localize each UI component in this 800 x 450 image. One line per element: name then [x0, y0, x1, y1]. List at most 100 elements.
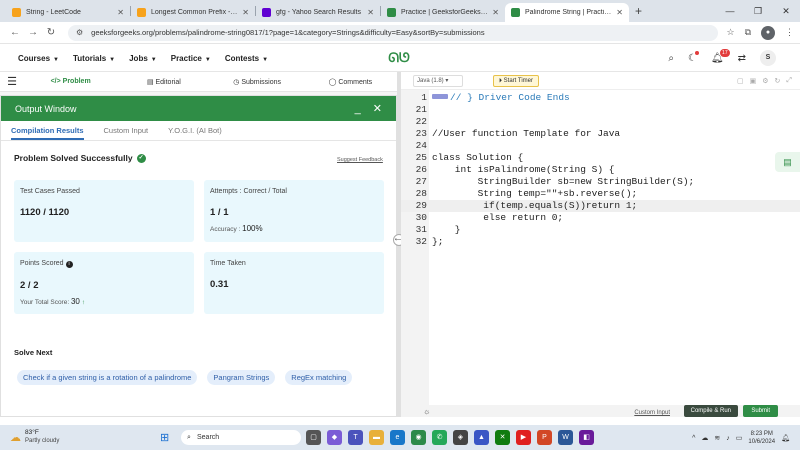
code-line: 23//User function Template for Java: [415, 128, 621, 139]
chevron-up-icon[interactable]: ^: [692, 435, 695, 442]
suggestion-chip[interactable]: Pangram Strings: [207, 370, 276, 385]
copy-icon[interactable]: ▢: [737, 77, 744, 85]
forward-icon[interactable]: →: [24, 27, 42, 38]
code-editor-pane: Java (1.8) ▾ ⏵ Start Timer ▢ ▣ ⚙ ↻ ⤢ 1//…: [401, 72, 800, 417]
weather-widget[interactable]: ☁ 83°F Partly cloudy: [10, 429, 59, 445]
fullscreen-icon[interactable]: ⤢: [786, 77, 792, 85]
chevron-down-icon: ▼: [150, 56, 157, 63]
browser-tab[interactable]: Practice | GeeksforGeeks | A co ✕: [381, 3, 505, 22]
menu-kebab-icon[interactable]: ⋮: [785, 27, 794, 38]
back-icon[interactable]: ←: [6, 27, 24, 38]
reset-icon[interactable]: ▣: [750, 77, 757, 85]
close-icon[interactable]: ✕: [367, 8, 374, 17]
volume-icon[interactable]: ♪: [726, 435, 730, 442]
tab-comments[interactable]: ◯ Comments: [304, 78, 397, 86]
file-explorer-icon[interactable]: ▬: [369, 430, 384, 445]
task-view-icon[interactable]: ▢: [306, 430, 321, 445]
solve-next-heading: Solve Next: [14, 348, 53, 357]
custom-input-link[interactable]: Custom Input: [634, 410, 670, 416]
gfg-logo[interactable]: ᘏᘎ: [383, 50, 415, 66]
chrome-icon[interactable]: ◉: [411, 430, 426, 445]
browser-tab[interactable]: Longest Common Prefix - LeetC ✕: [131, 3, 255, 22]
accuracy-value: 100%: [242, 224, 263, 233]
theme-toggle-icon[interactable]: ☾: [688, 50, 699, 64]
start-timer-button[interactable]: ⏵ Start Timer: [493, 74, 540, 87]
reload-icon[interactable]: ↻: [42, 27, 60, 38]
suggest-feedback-link[interactable]: Suggest Feedback: [337, 157, 383, 163]
restore-icon[interactable]: ❐: [744, 0, 772, 22]
folded-code-icon[interactable]: [432, 94, 448, 99]
tab-compilation-results[interactable]: Compilation Results: [11, 126, 84, 140]
edge-icon[interactable]: e: [390, 430, 405, 445]
tests-passed-value: 1120 / 1120: [20, 207, 70, 218]
code-line: 28 String temp=""+sb.reverse();: [415, 188, 638, 199]
battery-icon[interactable]: ▭: [736, 434, 743, 442]
tab-yogi-bot[interactable]: Y.O.G.I. (AI Bot): [168, 126, 222, 135]
attempts-card: Attempts : Correct / Total 1 / 1 Accurac…: [204, 180, 384, 242]
tab-problem[interactable]: </> Problem: [24, 78, 117, 85]
tab-custom-input[interactable]: Custom Input: [104, 126, 149, 135]
search-icon[interactable]: ⌕: [668, 53, 674, 64]
notification-icon[interactable]: 🔔︎: [781, 434, 790, 442]
tab-title: Longest Common Prefix - LeetC: [151, 9, 238, 16]
app-icon[interactable]: ◧: [579, 430, 594, 445]
url-input[interactable]: ⚙ geeksforgeeks.org/problems/palindrome-…: [68, 24, 719, 41]
menu-contests[interactable]: Contests ▼: [225, 54, 268, 63]
language-select[interactable]: Java (1.8) ▾: [413, 74, 463, 87]
refresh-icon[interactable]: ↻: [775, 77, 781, 85]
minimize-icon[interactable]: —: [716, 0, 744, 22]
site-info-icon[interactable]: ⚙: [76, 28, 83, 37]
word-icon[interactable]: W: [558, 430, 573, 445]
info-icon[interactable]: i: [65, 261, 73, 268]
youtube-icon[interactable]: ▶: [516, 430, 531, 445]
translate-icon[interactable]: ⇄: [738, 53, 746, 64]
wifi-icon[interactable]: ≋: [714, 434, 720, 442]
chat-icon[interactable]: ▤: [775, 152, 800, 172]
theme-sun-icon[interactable]: ☼: [423, 407, 430, 416]
menu-jobs[interactable]: Jobs ▼: [129, 54, 157, 63]
tab-editorial[interactable]: ▤ Editorial: [117, 78, 210, 86]
menu-practice[interactable]: Practice ▼: [171, 54, 211, 63]
partly-cloudy-icon: ☁: [10, 431, 21, 444]
bookmark-star-icon[interactable]: ☆: [726, 27, 734, 38]
browser-tab[interactable]: String - LeetCode ✕: [6, 3, 130, 22]
whatsapp-icon[interactable]: ✆: [432, 430, 447, 445]
close-window-icon[interactable]: ✕: [772, 0, 800, 22]
taskbar-search-input[interactable]: ⌕ Search: [181, 430, 301, 445]
browser-tab[interactable]: gfg - Yahoo Search Results ✕: [256, 3, 380, 22]
close-icon[interactable]: ✕: [242, 8, 249, 17]
compile-run-button[interactable]: Compile & Run: [683, 405, 738, 417]
settings-icon[interactable]: ⚙: [762, 77, 768, 85]
copilot-icon[interactable]: ◆: [327, 430, 342, 445]
suggestion-chip[interactable]: Check if a given string is a rotation of…: [17, 370, 198, 385]
cloud-icon[interactable]: ☁: [701, 434, 708, 442]
tab-submissions[interactable]: ◷ Submissions: [211, 78, 304, 86]
powerpoint-icon[interactable]: P: [537, 430, 552, 445]
close-icon[interactable]: ✕: [492, 8, 499, 17]
app-icon[interactable]: ◈: [453, 430, 468, 445]
xbox-icon[interactable]: ✕: [495, 430, 510, 445]
user-avatar[interactable]: S: [760, 50, 776, 66]
extensions-icon[interactable]: ⧉: [745, 27, 751, 38]
close-icon[interactable]: ✕: [616, 8, 623, 17]
profile-avatar[interactable]: ●: [761, 25, 775, 40]
windows-start-icon[interactable]: ⊞: [160, 431, 169, 444]
close-icon[interactable]: ✕: [373, 102, 382, 115]
tab-title: Palindrome String | Practice | G: [525, 9, 612, 16]
minimize-icon[interactable]: _: [355, 103, 361, 115]
menu-courses[interactable]: Courses ▼: [18, 54, 59, 63]
app-icon[interactable]: ▲: [474, 430, 489, 445]
suggestion-chip[interactable]: RegEx matching: [285, 370, 353, 385]
code-area[interactable]: 1// } Driver Code Ends 21 22 23//User fu…: [401, 92, 800, 248]
attempts-label: Attempts : Correct / Total: [210, 188, 287, 195]
submit-button[interactable]: Submit: [743, 405, 778, 417]
menu-tutorials[interactable]: Tutorials ▼: [73, 54, 115, 63]
hamburger-icon[interactable]: ☰: [0, 75, 24, 88]
teams-icon[interactable]: T: [348, 430, 363, 445]
notification-bell-icon[interactable]: 🔔︎ 17: [711, 48, 730, 64]
clock[interactable]: 8:23 PM 10/6/2024: [748, 430, 775, 446]
close-icon[interactable]: ✕: [117, 8, 124, 17]
code-line: 24: [415, 140, 427, 151]
new-tab-button[interactable]: +: [635, 4, 642, 18]
browser-tab-active[interactable]: Palindrome String | Practice | G ✕: [505, 3, 629, 22]
